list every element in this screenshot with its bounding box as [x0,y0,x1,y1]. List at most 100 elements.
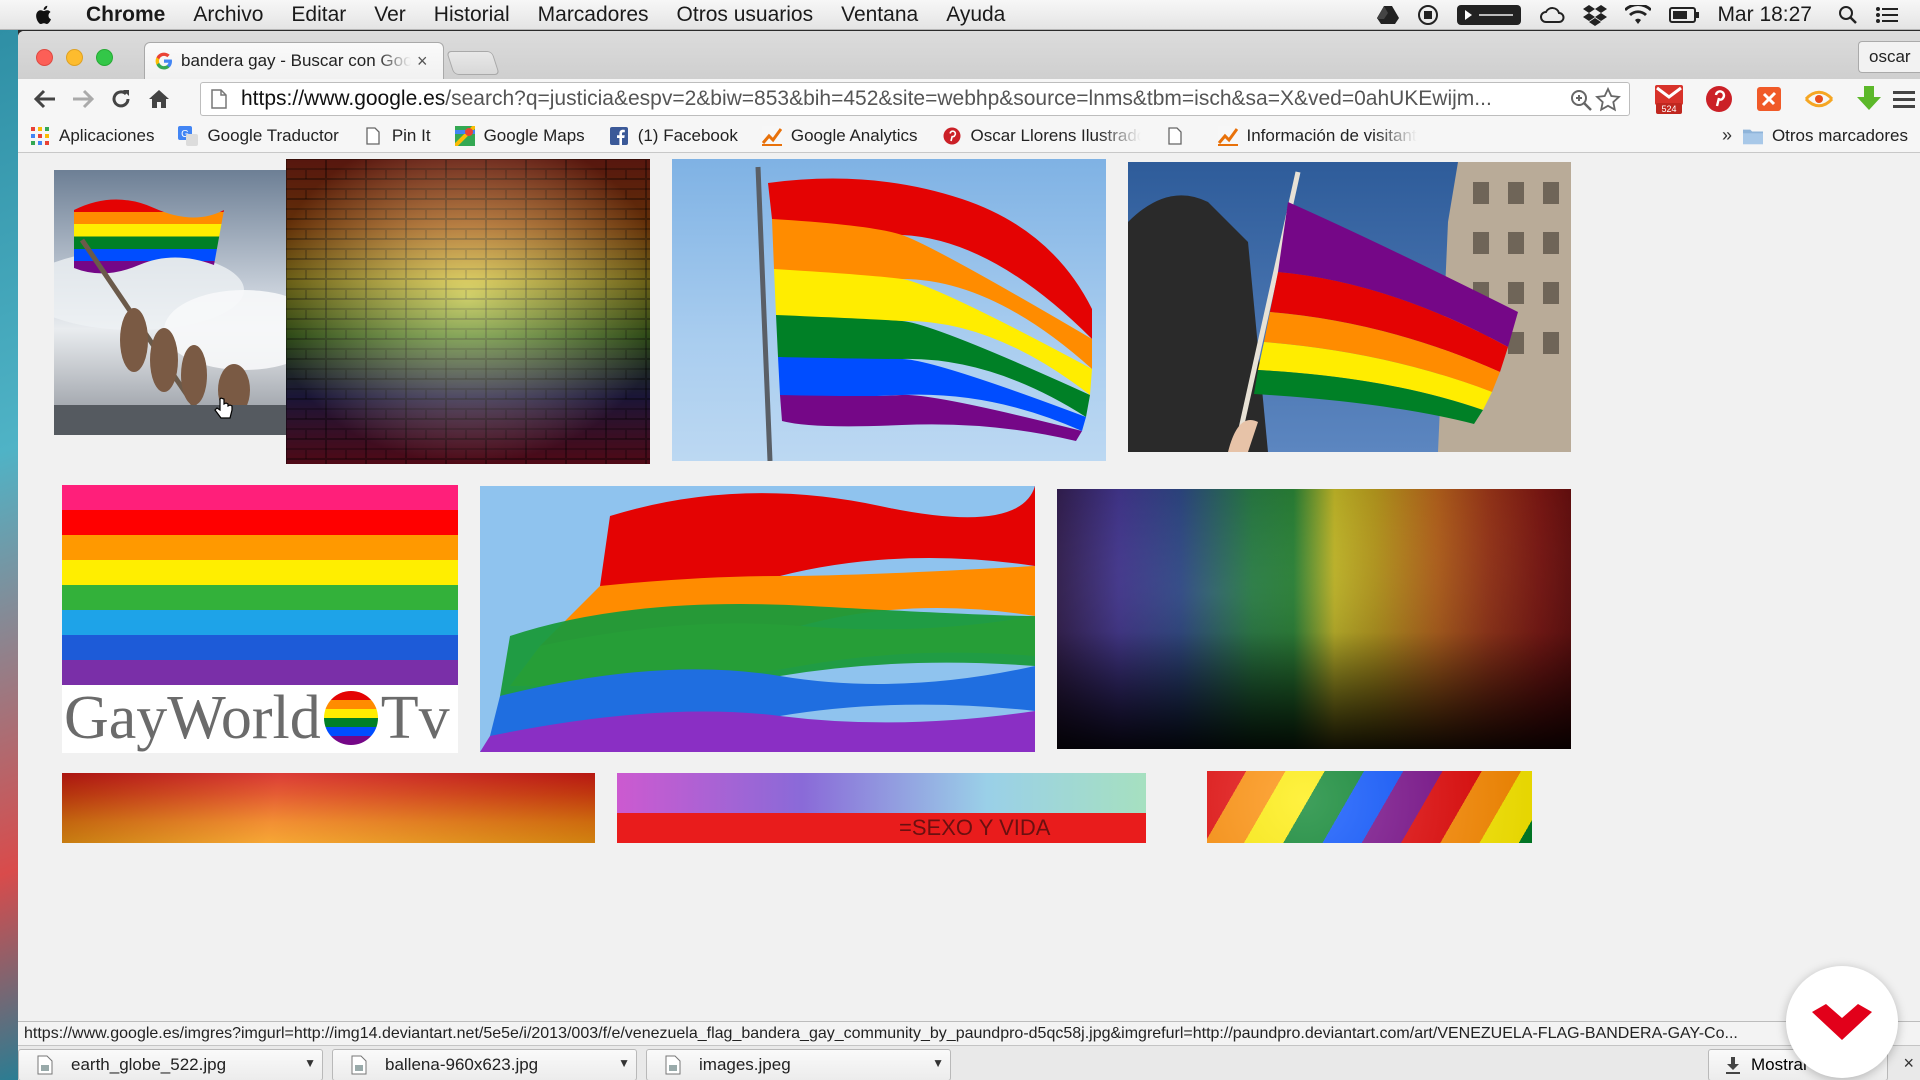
tab-google-search[interactable]: bandera gay - Buscar con Google × [144,42,444,79]
home-icon [149,90,169,108]
flag-closeup-illustration [480,486,1035,752]
menu-historial[interactable]: Historial [434,3,510,27]
bookmarks-bar: Aplicaciones G Google Traductor Pin It G… [18,119,1920,153]
download-menu-arrow[interactable]: ▼ [932,1056,944,1070]
url-text[interactable]: https://www.google.es/search?q=justicia&… [241,87,1571,111]
chrome-menu-button[interactable] [1890,83,1918,115]
clipper-icon [1757,87,1781,111]
link-status-bubble: https://www.google.es/imgres?imgurl=http… [18,1021,1920,1045]
menu-archivo[interactable]: Archivo [193,3,263,27]
profile-button[interactable]: oscar [1858,41,1920,73]
sharing-extension-button[interactable] [1804,83,1834,115]
back-button[interactable] [32,86,58,112]
folder-icon [1742,126,1763,146]
brick-texture [286,159,650,464]
battery-icon[interactable] [1669,7,1700,23]
pinterest-icon [1706,86,1732,112]
record-icon[interactable] [1417,4,1439,26]
download-filename: ballena-960x623.jpg [385,1055,539,1074]
download-shelf: earth_globe_522.jpg ▼ ballena-960x623.jp… [18,1045,1920,1080]
menu-chrome[interactable]: Chrome [86,3,165,27]
menu-ver[interactable]: Ver [374,3,406,27]
image-result-flag-city[interactable] [1128,162,1571,452]
flag-raising-illustration [54,199,302,435]
clock[interactable]: Mar 18:27 [1717,3,1812,27]
bookmark-label: Google Analytics [790,125,918,145]
pinterest-extension-button[interactable] [1704,83,1734,115]
maps-icon [454,125,475,146]
bookmarks-overflow-chevron[interactable]: » [1722,125,1732,146]
bookmark-facebook[interactable]: (1) Facebook [609,126,738,146]
tab-close-button[interactable]: × [417,51,428,72]
download-extension-button[interactable] [1854,83,1884,115]
logo-text-gayworld: GayWorld [64,683,321,752]
close-download-shelf-button[interactable]: × [1903,1053,1914,1074]
menu-otros-usuarios[interactable]: Otros usuarios [677,3,814,27]
bookmark-otros-marcadores[interactable]: Otros marcadores [1742,119,1908,153]
menu-editar[interactable]: Editar [291,3,346,27]
clipper-extension-button[interactable] [1754,83,1784,115]
zoom-icon[interactable] [1569,88,1593,112]
bookmark-aplicaciones[interactable]: Aplicaciones [30,126,154,146]
media-icon[interactable] [1457,5,1522,25]
bookmark-label: Aplicaciones [59,125,155,145]
image-result-dark-vertical-flag[interactable] [1057,489,1571,749]
menu-marcadores[interactable]: Marcadores [538,3,649,27]
dropbox-icon[interactable] [1583,4,1608,26]
forward-button[interactable] [70,86,96,112]
bookmark-google-maps[interactable]: Google Maps [454,125,585,146]
bookmark-label: Otros marcadores [1771,126,1908,145]
reload-icon [112,90,130,108]
download-menu-arrow[interactable]: ▼ [304,1056,316,1070]
browser-toolbar: https://www.google.es/search?q=justicia&… [18,79,1920,119]
gmail-extension-button[interactable]: 524 [1654,83,1684,115]
notification-list-icon[interactable] [1876,6,1898,24]
bookmark-google-analytics[interactable]: Google Analytics [761,125,918,146]
gmail-icon: 524 [1655,85,1683,114]
bookmark-informacion-visitantes[interactable]: Información de visitantes [1217,125,1417,146]
image-result-rainbow-brick-wall[interactable] [286,159,650,464]
image-result-orange-flag[interactable] [62,773,595,843]
logo-text-tv: Tv [380,683,450,752]
city-flag-illustration [1128,162,1571,452]
download-item-images[interactable]: images.jpeg ▼ [646,1049,951,1080]
bookmark-oscar-llorens[interactable]: Oscar Llorens Ilustrador [942,126,1141,146]
red-chevron-logo-icon [1812,1004,1872,1040]
image-result-flag-raising[interactable] [54,170,302,435]
url-domain: https://www.google.es [241,87,446,110]
bookmark-star-icon[interactable] [1595,87,1621,113]
home-button[interactable] [146,86,172,112]
address-bar[interactable]: https://www.google.es/search?q=justicia&… [200,82,1630,116]
reload-button[interactable] [108,86,134,112]
image-result-sexo-y-vida[interactable]: =SEXO Y VIDA [617,773,1146,843]
banner-caption: =SEXO Y VIDA [899,815,1051,840]
page-icon [211,89,227,109]
download-menu-arrow[interactable]: ▼ [618,1056,630,1070]
new-tab-button[interactable] [446,51,500,75]
menu-ayuda[interactable]: Ayuda [946,3,1005,27]
stripe-flag [62,485,458,685]
bookmark-pin-it[interactable]: Pin It [363,126,431,146]
tab-strip: bandera gay - Buscar con Google × oscar [18,31,1920,79]
spotlight-search-icon[interactable] [1838,5,1858,25]
bookmark-google-traductor[interactable]: G Google Traductor [178,125,339,146]
image-result-waving-flag-closeup[interactable] [480,486,1035,752]
image-result-gayworld-tv[interactable]: GayWorld Tv [62,485,458,753]
wifi-icon[interactable] [1625,5,1652,25]
download-item-ballena[interactable]: ballena-960x623.jpg ▼ [332,1049,637,1080]
image-result-diagonal-rainbow[interactable] [1207,771,1532,843]
share-icon [1804,90,1834,108]
apple-icon[interactable] [32,3,56,27]
menu-ventana[interactable]: Ventana [841,3,918,27]
image-result-flag-on-pole[interactable] [672,159,1106,461]
translate-icon: G [178,125,199,146]
drive-icon[interactable] [1377,5,1400,25]
minimize-window-button[interactable] [66,49,83,66]
close-window-button[interactable] [36,49,53,66]
cloud-icon[interactable] [1539,5,1565,25]
image-results-grid: GayWorld Tv =SEXO Y VIDA [18,153,1920,1021]
google-favicon-icon [155,52,172,70]
download-item-earth-globe[interactable]: earth_globe_522.jpg ▼ [18,1049,323,1080]
bookmark-untitled[interactable] [1165,126,1194,146]
zoom-window-button[interactable] [96,49,113,66]
